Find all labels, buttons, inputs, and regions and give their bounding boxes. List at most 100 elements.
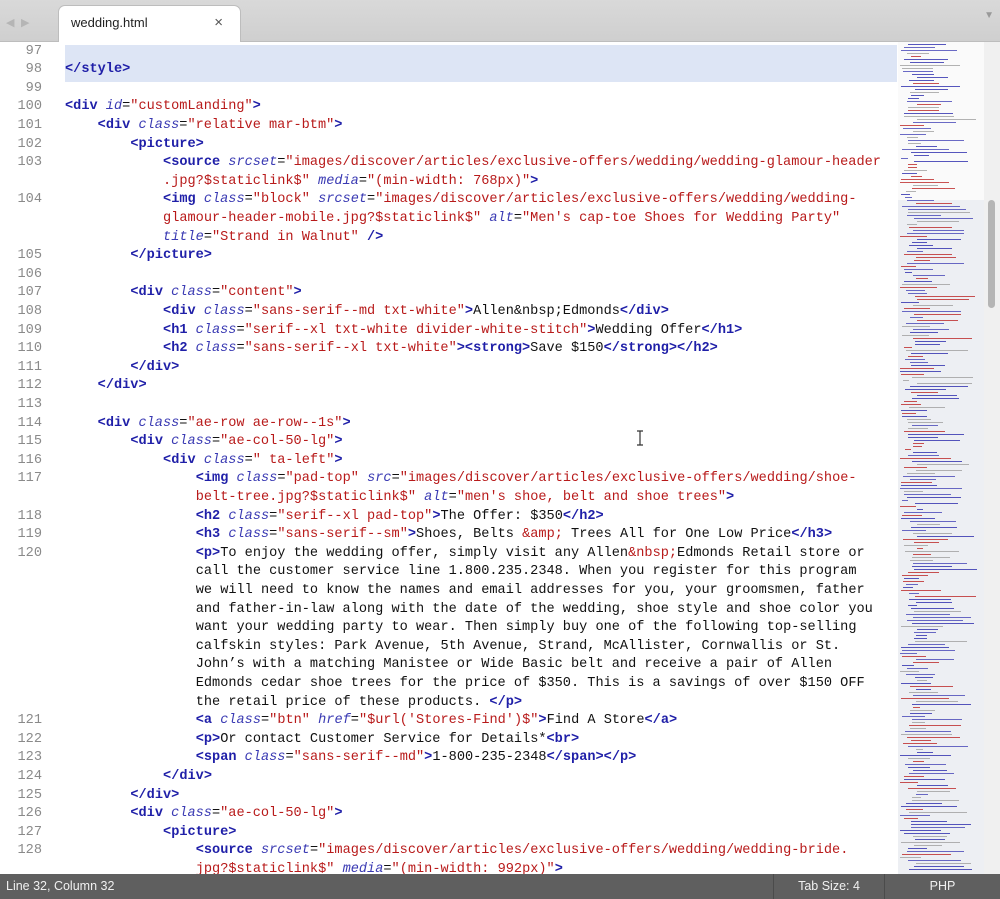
code-token: class (171, 285, 212, 301)
code-line[interactable]: <div id="customLanding"> (65, 98, 261, 117)
code-line[interactable]: </picture> (130, 247, 212, 266)
code-area[interactable]: </style> <div id="customLanding"> <div cla… (56, 42, 898, 874)
minimap-line (912, 188, 955, 189)
minimap-line (909, 869, 972, 870)
line-number: 127 (17, 824, 42, 840)
code-line[interactable]: <source srcset="images/discover/articles… (196, 842, 849, 861)
tab-back-icon[interactable]: ◀ (6, 16, 21, 29)
minimap-line (907, 215, 941, 216)
code-line[interactable]: John’s with a matching Manistee or Wide … (196, 656, 832, 675)
code-line[interactable]: </style> (65, 61, 130, 80)
minimap-line (907, 233, 964, 234)
code-line[interactable]: <span class="sans-serif--md">1-800-235-2… (196, 749, 637, 768)
close-icon[interactable]: × (214, 14, 223, 31)
minimap-line (911, 152, 967, 153)
code-line[interactable]: <img class="pad-top" src="images/discove… (196, 470, 857, 489)
code-line[interactable]: calfskin styles: Park Avenue, 5th Avenue… (196, 638, 840, 657)
code-line[interactable]: <div class="ae-col-50-lg"> (130, 433, 342, 452)
code-line[interactable]: </div> (130, 359, 179, 378)
code-line[interactable]: <div class="sans-serif--md txt-white">Al… (163, 303, 669, 322)
code-token: class (228, 527, 270, 543)
code-token: "content" (220, 285, 294, 301)
code-editor[interactable]: 97 98 99 100 101 102 103 104 105 106 107 108 109 110 1… (0, 42, 1000, 874)
code-token: class (203, 452, 245, 468)
minimap-line (916, 701, 958, 702)
minimap-line (914, 866, 964, 867)
minimap-line (910, 686, 953, 687)
code-line[interactable]: belt-tree.jpg?$staticlink$" alt="men's s… (196, 489, 734, 508)
code-line[interactable]: <source srcset="images/discover/articles… (163, 154, 881, 173)
minimap-line (902, 68, 933, 69)
minimap-line (917, 395, 957, 396)
code-token: John’s with a matching Manistee or Wide … (195, 657, 833, 673)
code-token: class (220, 713, 261, 729)
code-token: <source (195, 843, 261, 859)
minimap-line (901, 734, 952, 735)
tab-wedding-html[interactable]: wedding.html × (58, 5, 241, 42)
code-line[interactable]: <div class=" ta-left"> (163, 452, 343, 471)
line-number: 122 (17, 731, 42, 747)
code-line[interactable]: jpg?$staticlink$" media="(min-width: 992… (196, 861, 563, 874)
code-line[interactable]: <h2 class="serif--xl pad-top">The Offer:… (196, 508, 604, 527)
code-line[interactable]: <img class="block" srcset="images/discov… (163, 191, 856, 210)
minimap-line (917, 509, 923, 510)
minimap-line (904, 512, 942, 513)
code-line[interactable]: <p>Or contact Customer Service for Detai… (196, 731, 579, 750)
chevron-down-icon[interactable]: ▼ (984, 10, 994, 21)
code-token: class (203, 192, 245, 208)
code-token: "images/discover/articles/exclusive-offe… (285, 155, 881, 171)
minimap-line (906, 323, 944, 324)
code-line[interactable]: glamour-header-mobile.jpg?$staticlink$" … (163, 210, 840, 229)
code-token: alt (489, 210, 514, 226)
code-line[interactable]: <div class="ae-row ae-row--1s"> (98, 415, 351, 434)
code-line[interactable]: we will need to know the names and email… (196, 582, 865, 601)
minimap-line (913, 836, 947, 837)
vertical-scrollbar[interactable] (984, 42, 1000, 874)
minimap-line (907, 419, 931, 420)
code-line[interactable]: <picture> (163, 824, 236, 843)
code-line[interactable]: Edmonds cedar shoe trees for the price o… (196, 675, 865, 694)
minimap-line (914, 260, 930, 261)
code-line[interactable]: call the customer service line 1.800.235… (196, 563, 857, 582)
syntax-selector[interactable]: PHP (884, 874, 1000, 899)
code-line[interactable]: want your wedding party to wear. Then si… (196, 619, 857, 638)
code-line[interactable]: <h3 class="sans-serif--sm">Shoes, Belts … (196, 526, 832, 545)
code-line[interactable]: title="Strand in Walnut" /> (163, 229, 383, 248)
code-line[interactable]: </div> (163, 768, 212, 787)
code-line[interactable]: </div> (130, 787, 179, 806)
code-line[interactable]: <div class="ae-col-50-lg"> (130, 805, 342, 824)
code-line[interactable]: <picture> (130, 136, 203, 155)
minimap[interactable] (898, 42, 984, 874)
minimap-line (908, 422, 943, 423)
code-token: "serif--xl pad-top" (277, 508, 433, 524)
code-token: the retail price of these products. (195, 694, 490, 710)
code-line[interactable]: and father-in-law along with the date of… (196, 601, 873, 620)
minimap-line (912, 557, 950, 558)
minimap-line (902, 206, 960, 207)
minimap-line (900, 755, 951, 756)
minimap-line (901, 374, 924, 375)
code-line[interactable]: the retail price of these products. </p> (196, 694, 522, 713)
code-line[interactable]: <h2 class="sans-serif--xl txt-white"><st… (163, 340, 718, 359)
minimap-line (901, 86, 960, 87)
code-line[interactable]: <p>To enjoy the wedding offer, simply vi… (196, 545, 865, 564)
line-number: 100 (17, 99, 42, 115)
code-token: </div> (130, 359, 180, 375)
tab-forward-icon[interactable]: ▶ (21, 16, 36, 29)
minimap-line (904, 776, 924, 777)
code-line[interactable]: </div> (98, 377, 147, 396)
code-line[interactable]: <h1 class="serif--xl txt-white divider-w… (163, 322, 742, 341)
minimap-line (907, 497, 961, 498)
code-line[interactable]: .jpg?$staticlink$" media="(min-width: 76… (163, 173, 538, 192)
code-line[interactable]: <div class="relative mar-btm"> (98, 117, 343, 136)
minimap-line (911, 392, 938, 393)
scrollbar-thumb[interactable] (988, 200, 995, 308)
minimap-line (904, 170, 927, 171)
minimap-line (912, 242, 927, 243)
code-token: </span></p> (546, 750, 637, 766)
code-token: </h1> (701, 322, 743, 338)
tab-size-selector[interactable]: Tab Size: 4 (773, 874, 884, 899)
code-line[interactable]: <a class="btn" href="$url('Stores-Find')… (196, 712, 677, 731)
code-line[interactable]: <div class="content"> (130, 284, 301, 303)
code-token: = (513, 210, 523, 226)
